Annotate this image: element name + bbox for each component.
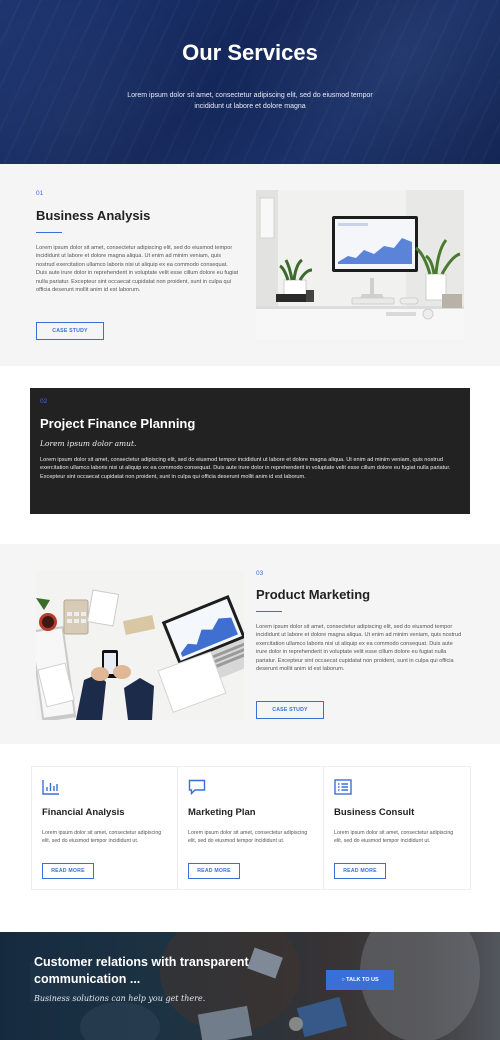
card-description: Lorem ipsum dolor sit amet, consectetur … <box>42 830 162 844</box>
bar-chart-icon <box>42 779 60 795</box>
service-business-analysis: 01 Business Analysis Lorem ipsum dolor s… <box>0 164 500 366</box>
read-more-button[interactable]: READ MORE <box>334 863 386 879</box>
cta-section: Customer relations with transparent comm… <box>0 932 500 1040</box>
service-description: Lorem ipsum dolor sit amet, consectetur … <box>256 624 462 673</box>
service-tagline: Lorem ipsum dolor amut. <box>40 439 137 448</box>
service-cards: Financial Analysis Lorem ipsum dolor sit… <box>0 744 500 932</box>
chat-icon: ○ <box>341 977 345 983</box>
card-description: Lorem ipsum dolor sit amet, consectetur … <box>188 830 308 844</box>
read-more-button[interactable]: READ MORE <box>42 863 94 879</box>
service-product-marketing: 03 Product Marketing Lorem ipsum dolor s… <box>0 544 500 744</box>
service-title: Business Analysis <box>36 208 151 223</box>
case-study-button[interactable]: CASE STUDY <box>36 322 104 340</box>
card-title: Business Consult <box>334 807 415 818</box>
service-description: Lorem ipsum dolor sit amet, consectetur … <box>36 245 239 294</box>
hero-subtitle: Lorem ipsum dolor sit amet, consectetur … <box>127 92 373 110</box>
cta-subtitle: Business solutions can help you get ther… <box>34 994 206 1003</box>
finance-panel: 02 Project Finance Planning Lorem ipsum … <box>30 388 470 514</box>
card-financial-analysis: Financial Analysis Lorem ipsum dolor sit… <box>31 766 179 890</box>
hero-section: Our Services Lorem ipsum dolor sit amet,… <box>0 0 500 164</box>
service-title: Product Marketing <box>256 587 371 602</box>
service-project-finance: 02 Project Finance Planning Lorem ipsum … <box>0 366 500 544</box>
card-title: Marketing Plan <box>188 807 256 818</box>
cta-title: Customer relations with transparent comm… <box>34 955 249 986</box>
title-divider <box>256 611 282 612</box>
service-number: 02 <box>40 398 48 405</box>
office-desk-image <box>256 190 464 340</box>
hero-background <box>0 0 500 164</box>
desk-analytics-image <box>36 570 244 720</box>
card-description: Lorem ipsum dolor sit amet, consectetur … <box>334 830 454 844</box>
card-business-consult: Business Consult Lorem ipsum dolor sit a… <box>323 766 471 890</box>
read-more-button[interactable]: READ MORE <box>188 863 240 879</box>
service-description: Lorem ipsum dolor sit amet, consectetur … <box>40 457 451 480</box>
case-study-button[interactable]: CASE STUDY <box>256 701 324 719</box>
page-title: Our Services <box>182 40 318 65</box>
talk-to-us-button[interactable]: ○ TALK TO US <box>326 970 394 990</box>
service-title: Project Finance Planning <box>40 416 196 431</box>
chat-bubble-icon <box>188 779 206 796</box>
card-marketing-plan: Marketing Plan Lorem ipsum dolor sit ame… <box>177 766 325 890</box>
service-number: 03 <box>256 570 264 577</box>
list-icon <box>334 779 352 795</box>
talk-to-us-label: TALK TO US <box>346 977 379 983</box>
card-title: Financial Analysis <box>42 807 125 818</box>
title-divider <box>36 232 62 233</box>
service-number: 01 <box>36 190 44 197</box>
